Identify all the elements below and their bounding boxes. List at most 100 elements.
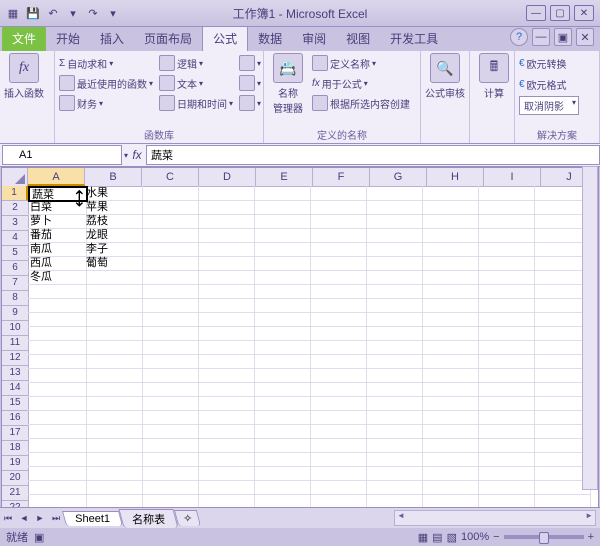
row-header-17[interactable]: 17 (2, 426, 28, 441)
cell-F1[interactable] (308, 186, 367, 201)
row-header-1[interactable]: 1 (2, 186, 28, 201)
cell-D19[interactable] (196, 438, 255, 453)
sheet-nav-first-icon[interactable]: ⏮ (0, 513, 16, 524)
recent-functions-button[interactable]: 最近使用的函数 ▾ (59, 73, 153, 93)
name-manager-button[interactable]: 📇 名称 管理器 (268, 53, 308, 115)
row-header-5[interactable]: 5 (2, 246, 28, 261)
col-header-I[interactable]: I (484, 168, 541, 186)
cell-I18[interactable] (476, 424, 535, 439)
define-name-button[interactable]: 定义名称 ▾ (312, 53, 410, 73)
fx-button-icon[interactable]: fx (128, 148, 146, 162)
select-all-button[interactable] (2, 168, 28, 186)
cell-A11[interactable] (28, 326, 87, 341)
cell-A17[interactable] (28, 410, 87, 425)
cell-I17[interactable] (476, 410, 535, 425)
cell-A14[interactable] (28, 368, 87, 383)
qat-customize-icon[interactable]: ▾ (104, 4, 122, 22)
cell-A19[interactable] (28, 438, 87, 453)
cell-E4[interactable] (252, 228, 311, 243)
col-header-D[interactable]: D (199, 168, 256, 186)
cell-F14[interactable] (308, 368, 367, 383)
excel-icon[interactable]: ▦ (4, 4, 22, 22)
cell-E13[interactable] (252, 354, 311, 369)
sheet-nav-prev-icon[interactable]: ◄ (16, 513, 32, 523)
row-header-2[interactable]: 2 (2, 201, 28, 216)
cell-F19[interactable] (308, 438, 367, 453)
cell-A10[interactable] (28, 312, 87, 327)
tab-file[interactable]: 文件 (2, 26, 46, 51)
cell-B10[interactable] (84, 312, 143, 327)
cell-D16[interactable] (196, 396, 255, 411)
more-functions-button[interactable]: ▾ (239, 93, 261, 113)
col-header-A[interactable]: A (28, 168, 85, 186)
cell-E12[interactable] (252, 340, 311, 355)
cell-A20[interactable] (28, 452, 87, 467)
cell-B20[interactable] (84, 452, 143, 467)
cell-I4[interactable] (476, 228, 535, 243)
cell-D22[interactable] (196, 480, 255, 495)
tab-pagelayout[interactable]: 页面布局 (134, 26, 202, 51)
create-from-selection-button[interactable]: 根据所选内容创建 (312, 93, 410, 113)
cell-B22[interactable] (84, 480, 143, 495)
cell-G12[interactable] (364, 340, 423, 355)
cell-D18[interactable] (196, 424, 255, 439)
cell-G16[interactable] (364, 396, 423, 411)
cell-H12[interactable] (420, 340, 479, 355)
cell-C18[interactable] (140, 424, 199, 439)
calculate-button[interactable]: 🖩 计算 (474, 53, 514, 100)
cell-A8[interactable] (28, 284, 87, 299)
vertical-scrollbar[interactable] (582, 166, 598, 490)
cell-I6[interactable] (476, 256, 535, 271)
cell-F12[interactable] (308, 340, 367, 355)
cell-G14[interactable] (364, 368, 423, 383)
cell-C12[interactable] (140, 340, 199, 355)
cell-B6[interactable]: 葡萄 (84, 256, 143, 271)
cell-B17[interactable] (84, 410, 143, 425)
cell-D3[interactable] (196, 214, 255, 229)
cell-E3[interactable] (252, 214, 311, 229)
sheet-tab-new[interactable]: ✧ (174, 510, 202, 526)
cell-B13[interactable] (84, 354, 143, 369)
cell-C16[interactable] (140, 396, 199, 411)
cell-H5[interactable] (420, 242, 479, 257)
cell-F5[interactable] (308, 242, 367, 257)
cell-D10[interactable] (196, 312, 255, 327)
cell-G8[interactable] (364, 284, 423, 299)
cell-C19[interactable] (140, 438, 199, 453)
cell-C20[interactable] (140, 452, 199, 467)
row-header-20[interactable]: 20 (2, 471, 28, 486)
col-header-E[interactable]: E (256, 168, 313, 186)
cell-E15[interactable] (252, 382, 311, 397)
name-box[interactable]: A1 (2, 145, 122, 165)
financial-button[interactable]: 财务 ▾ (59, 93, 153, 113)
cell-G11[interactable] (364, 326, 423, 341)
cell-H6[interactable] (420, 256, 479, 271)
zoom-slider[interactable] (504, 535, 584, 539)
cell-I8[interactable] (476, 284, 535, 299)
lookup-button[interactable]: ▾ (239, 53, 261, 73)
col-header-H[interactable]: H (427, 168, 484, 186)
row-header-12[interactable]: 12 (2, 351, 28, 366)
cell-C14[interactable] (140, 368, 199, 383)
cell-E6[interactable] (252, 256, 311, 271)
redo-icon[interactable]: ↷ (84, 4, 102, 22)
cell-C10[interactable] (140, 312, 199, 327)
cell-I11[interactable] (476, 326, 535, 341)
cell-G20[interactable] (364, 452, 423, 467)
cell-C3[interactable] (140, 214, 199, 229)
cell-C17[interactable] (140, 410, 199, 425)
cell-G1[interactable] (364, 186, 423, 201)
cell-E9[interactable] (252, 298, 311, 313)
datetime-button[interactable]: 日期和时间 ▾ (159, 93, 233, 113)
cell-C5[interactable] (140, 242, 199, 257)
tab-insert[interactable]: 插入 (90, 26, 134, 51)
col-header-B[interactable]: B (85, 168, 142, 186)
cell-A6[interactable]: 西瓜 (28, 256, 87, 271)
cell-I5[interactable] (476, 242, 535, 257)
cell-A12[interactable] (28, 340, 87, 355)
cell-F16[interactable] (308, 396, 367, 411)
col-header-G[interactable]: G (370, 168, 427, 186)
formula-input[interactable]: 蔬菜 (146, 145, 600, 165)
zoom-level[interactable]: 100% (461, 531, 489, 543)
cell-H16[interactable] (420, 396, 479, 411)
